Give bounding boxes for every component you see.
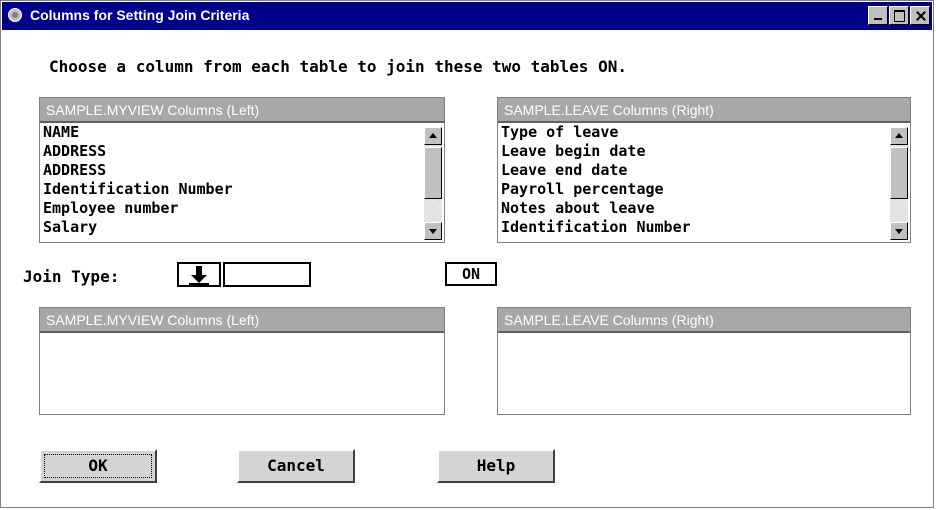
left-columns-header: SAMPLE.MYVIEW Columns (Left) [40, 98, 444, 123]
list-item[interactable]: Leave end date [498, 161, 910, 180]
list-item[interactable]: ADDRESS [40, 142, 444, 161]
cancel-button[interactable]: Cancel [237, 449, 355, 483]
ok-button[interactable]: OK [39, 449, 157, 483]
maximize-button[interactable] [889, 6, 909, 25]
help-button[interactable]: Help [437, 449, 555, 483]
list-item[interactable]: Identification Number [498, 218, 910, 237]
right-list-scrollbar[interactable] [890, 127, 908, 240]
close-button[interactable] [910, 6, 930, 25]
window-title: Columns for Setting Join Criteria [30, 7, 250, 23]
left-columns-list: NAME ADDRESS ADDRESS Identification Numb… [40, 123, 444, 242]
right-columns-header: SAMPLE.LEAVE Columns (Right) [498, 98, 910, 123]
right-columns-list: Type of leave Leave begin date Leave end… [498, 123, 910, 242]
window-controls [867, 6, 930, 25]
join-type-field[interactable] [223, 262, 311, 287]
list-item[interactable]: Type of leave [498, 123, 910, 142]
left-columns-listbox[interactable]: SAMPLE.MYVIEW Columns (Left) NAME ADDRES… [39, 97, 445, 243]
minimize-button[interactable] [868, 6, 888, 25]
dialog-window: Columns for Setting Join Criteria Choose… [0, 0, 934, 508]
scroll-up-icon[interactable] [890, 127, 908, 145]
list-item[interactable]: Leave begin date [498, 142, 910, 161]
scroll-down-icon[interactable] [890, 222, 908, 240]
instruction-text: Choose a column from each table to join … [49, 57, 627, 76]
left-list-scrollbar[interactable] [424, 127, 442, 240]
app-icon[interactable] [8, 8, 22, 22]
list-item[interactable]: Identification Number [40, 180, 444, 199]
selected-left-listbox[interactable]: SAMPLE.MYVIEW Columns (Left) [39, 307, 445, 415]
arrow-down-icon [196, 266, 202, 275]
list-item[interactable]: Notes about leave [498, 199, 910, 218]
selected-right-listbox[interactable]: SAMPLE.LEAVE Columns (Right) [497, 307, 911, 415]
selected-right-header: SAMPLE.LEAVE Columns (Right) [498, 308, 910, 333]
join-type-dropdown-button[interactable] [177, 262, 221, 287]
title-bar[interactable]: Columns for Setting Join Criteria [2, 2, 932, 30]
scroll-thumb[interactable] [890, 147, 908, 199]
scroll-thumb[interactable] [424, 147, 442, 199]
scroll-down-icon[interactable] [424, 222, 442, 240]
list-item[interactable]: NAME [40, 123, 444, 142]
selected-left-header: SAMPLE.MYVIEW Columns (Left) [40, 308, 444, 333]
join-type-label: Join Type: [23, 267, 120, 286]
list-item[interactable]: Salary [40, 218, 444, 237]
right-columns-listbox[interactable]: SAMPLE.LEAVE Columns (Right) Type of lea… [497, 97, 911, 243]
list-item[interactable]: ADDRESS [40, 161, 444, 180]
on-label: ON [445, 262, 497, 286]
scroll-up-icon[interactable] [424, 127, 442, 145]
list-item[interactable]: Employee number [40, 199, 444, 218]
list-item[interactable]: Payroll percentage [498, 180, 910, 199]
